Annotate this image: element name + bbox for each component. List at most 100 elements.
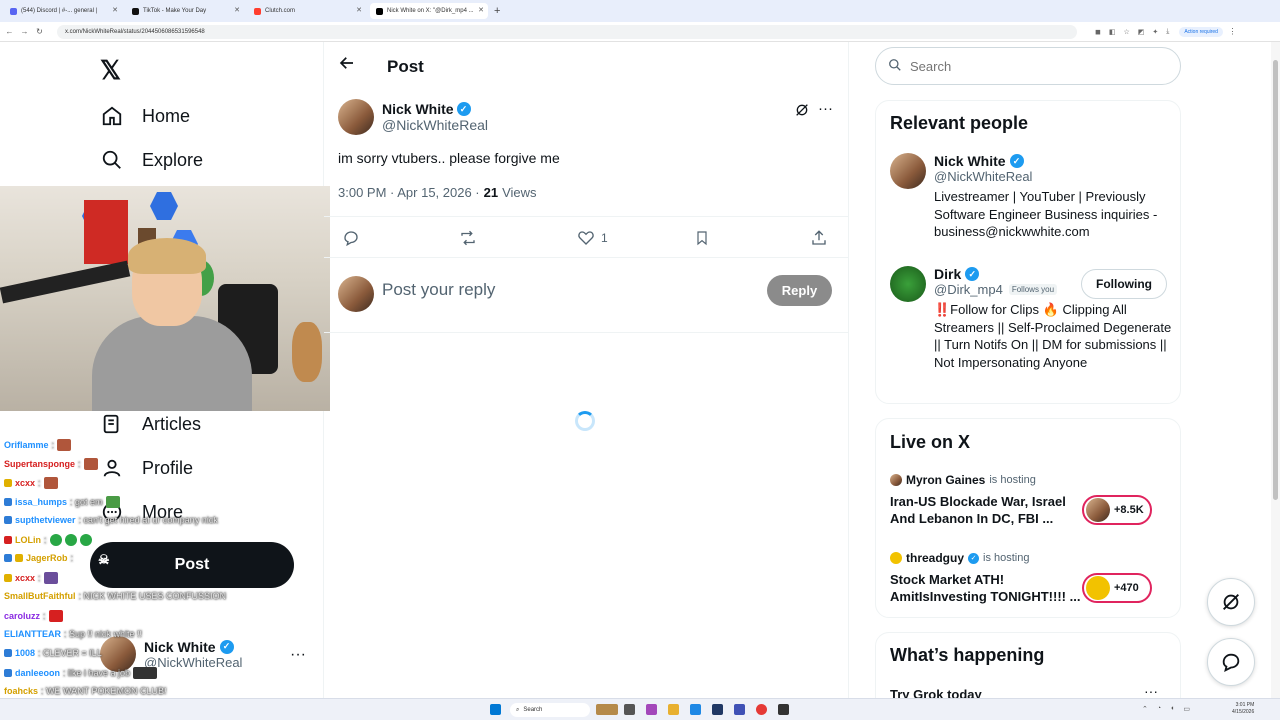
emote-icon: [57, 439, 72, 451]
person-name[interactable]: Nick White: [934, 153, 1006, 169]
chat-msg: : got em: [70, 497, 103, 507]
network-icon[interactable]: ◔: [1157, 705, 1161, 713]
chat-line: Oriflamme:: [4, 439, 72, 451]
chat-line: xcxx:: [4, 477, 58, 489]
edge-icon[interactable]: [690, 704, 701, 715]
post-author[interactable]: Nick White ✓ @NickWhiteReal: [338, 99, 488, 135]
live-listeners-pill[interactable]: +470: [1082, 573, 1152, 603]
author-name[interactable]: Nick White: [382, 101, 454, 117]
avatar: [890, 552, 902, 564]
close-icon[interactable]: ✕: [478, 6, 484, 14]
reply-input[interactable]: Post your reply: [382, 280, 495, 300]
browser-tab-x[interactable]: Nick White on X: "@Dirk_mp4 ... ✕: [370, 3, 488, 19]
scrollbar-thumb[interactable]: [1273, 60, 1278, 500]
chat-line: foahcks: WE WANT POKEMON CLUB!: [4, 686, 167, 696]
app-icon[interactable]: [712, 704, 723, 715]
bookmark-icon[interactable]: [694, 229, 710, 247]
x-logo-icon[interactable]: 𝕏: [100, 55, 121, 86]
chat-msg: :: [44, 535, 47, 545]
clock-date: 4/15/2026: [1232, 709, 1255, 715]
extension-icon[interactable]: ◧: [1109, 28, 1116, 36]
puzzle-icon[interactable]: ✦: [1152, 28, 1158, 36]
back-arrow-icon[interactable]: ←: [4, 27, 15, 36]
share-icon[interactable]: [810, 229, 828, 247]
person-bio: Livestreamer | YouTuber | Previously Sof…: [934, 189, 1158, 239]
live-listeners-pill[interactable]: +8.5K: [1082, 495, 1152, 525]
close-icon[interactable]: ✕: [112, 6, 118, 14]
profile-chip[interactable]: Action required: [1179, 26, 1223, 37]
taskbar-search[interactable]: ⌕ Search: [510, 703, 590, 717]
search-box[interactable]: [875, 47, 1181, 85]
app-icon[interactable]: [778, 704, 789, 715]
panel-title: Relevant people: [890, 113, 1029, 133]
nav-item-explore[interactable]: Explore: [100, 148, 203, 172]
reload-icon[interactable]: ↻: [34, 27, 45, 36]
chevron-up-icon[interactable]: ⌃: [1142, 705, 1148, 713]
person-card[interactable]: Nick White ✓ @NickWhiteReal Livestreamer …: [890, 153, 1174, 241]
chat-msg: :: [70, 553, 74, 563]
views-count: 21: [483, 185, 499, 200]
url-field[interactable]: x.com/NickWhiteReal/status/2044506086531…: [57, 24, 1077, 39]
extension-icon[interactable]: ◩: [1138, 28, 1145, 36]
like-button[interactable]: 1: [577, 229, 608, 247]
messages-fab[interactable]: [1207, 638, 1255, 686]
verified-icon: ✓: [965, 267, 980, 281]
nav-item-home[interactable]: Home: [100, 104, 190, 128]
relevant-people-panel: Relevant people Nick White ✓ @NickWhiteRe…: [875, 100, 1181, 404]
badge-icon: [4, 669, 12, 677]
grok-icon[interactable]: [794, 102, 810, 121]
task-view-icon[interactable]: [624, 704, 635, 715]
wall-decor: [150, 192, 178, 220]
author-handle[interactable]: @NickWhiteReal: [382, 117, 488, 133]
hoodie: [92, 316, 252, 411]
chat-user: foahcks: [4, 686, 39, 696]
main-header: Post: [324, 42, 849, 92]
badge-icon: [4, 479, 12, 487]
search-input[interactable]: [910, 58, 1150, 74]
address-bar: ← → ↻ x.com/NickWhiteReal/status/2044506…: [0, 22, 1280, 42]
repost-icon[interactable]: [458, 229, 478, 247]
avatar[interactable]: [890, 266, 926, 302]
menu-dots-icon[interactable]: ⋮: [1227, 27, 1238, 36]
avatar: [1086, 498, 1110, 522]
browser-tab-discord[interactable]: (544) Discord | #-... general | ✕: [4, 3, 122, 19]
battery-icon[interactable]: ▭: [1183, 705, 1190, 713]
chat-user: danleeoon: [15, 668, 61, 678]
reply-icon[interactable]: [342, 229, 360, 247]
forward-arrow-icon[interactable]: →: [19, 27, 30, 36]
widget-icon[interactable]: [596, 704, 618, 715]
chat-line: xcxx:: [4, 572, 58, 584]
taskbar-clock[interactable]: 3:01 PM 4/15/2026: [1232, 702, 1254, 716]
more-dots-icon[interactable]: ···: [818, 100, 833, 117]
chat-msg: : like i have a job: [63, 668, 131, 678]
avatar[interactable]: [890, 153, 926, 189]
live-host-name: Myron Gaines: [906, 473, 986, 487]
download-icon[interactable]: ⤓: [1166, 28, 1169, 36]
message-icon: [1222, 653, 1240, 672]
page-scrollbar[interactable]: [1271, 42, 1280, 698]
file-explorer-icon[interactable]: [668, 704, 679, 715]
more-dots-icon[interactable]: ···: [1144, 683, 1158, 699]
chat-user: ELIANTTEAR: [4, 629, 61, 639]
back-arrow-icon[interactable]: [338, 54, 356, 77]
following-button[interactable]: Following: [1081, 269, 1167, 299]
browser-tab-clutch[interactable]: Clutch.com ✕: [248, 3, 366, 19]
new-tab-icon[interactable]: +: [494, 5, 500, 17]
chat-msg: :: [51, 440, 55, 450]
close-icon[interactable]: ✕: [234, 6, 240, 14]
star-icon[interactable]: ☆: [1123, 28, 1129, 36]
app-icon[interactable]: [646, 704, 657, 715]
reply-button[interactable]: Reply: [767, 275, 832, 306]
app-icon[interactable]: [734, 704, 745, 715]
close-icon[interactable]: ✕: [356, 6, 362, 14]
emote-icon: [83, 458, 98, 470]
speaker-icon[interactable]: ◖: [1170, 705, 1174, 713]
browser-tab-tiktok[interactable]: TikTok - Make Your Day ✕: [126, 3, 244, 19]
avatar[interactable]: [338, 99, 374, 135]
person-name[interactable]: Dirk: [934, 266, 961, 282]
windows-start-icon[interactable]: [490, 704, 501, 715]
post-time[interactable]: 3:00 PM · Apr 15, 2026 ·: [338, 185, 480, 200]
grok-fab[interactable]: [1207, 578, 1255, 626]
chrome-icon[interactable]: [756, 704, 767, 715]
extension-icon[interactable]: ◼: [1095, 28, 1101, 36]
